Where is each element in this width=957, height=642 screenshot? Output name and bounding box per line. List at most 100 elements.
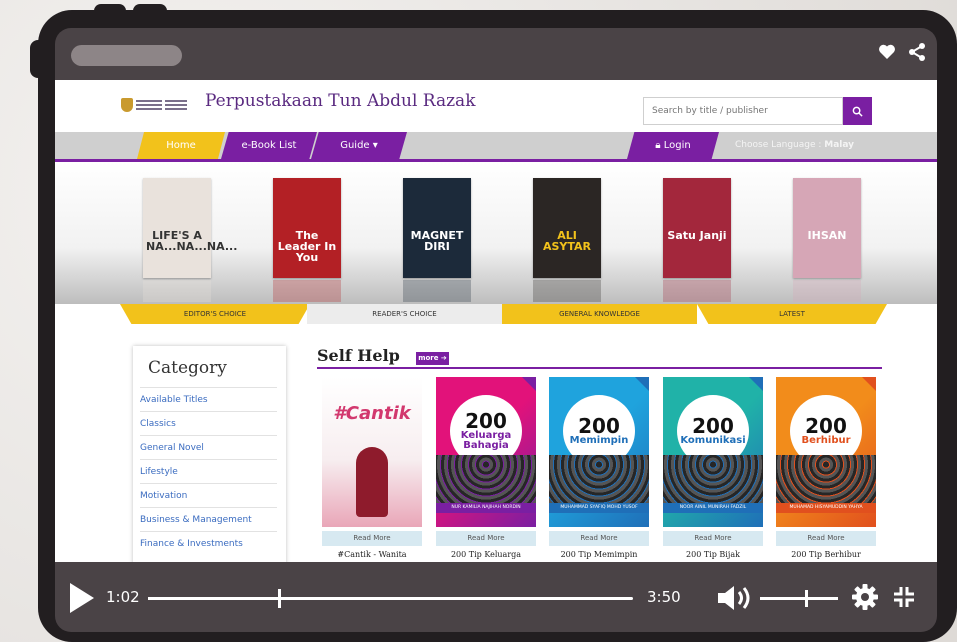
featured-book-reflection [143,280,211,302]
player-controls: 1:02 3:50 [55,562,937,632]
featured-book-reflection [403,280,471,302]
nav-home[interactable]: Home [137,132,225,159]
book-card[interactable]: 200 Memimpin MUHAMMAD SYAFIQ MOHD YUSOF Rea… [549,377,649,559]
language-label: Choose Language : [735,140,825,150]
share-icon[interactable] [907,42,927,62]
book-cover[interactable]: #Cantik [322,377,422,527]
featured-book[interactable]: ALI ASYTAR [533,178,601,278]
category-item[interactable]: Motivation [140,483,277,508]
book-card[interactable]: 200 Komunikasi NOOR AINIL MUNIRAH FADZIL Re… [663,377,763,559]
cover-corner [635,377,649,391]
current-time: 1:02 [106,588,140,606]
category-item[interactable]: Business & Management [140,507,277,532]
book-cover[interactable]: 200 Komunikasi NOOR AINIL MUNIRAH FADZIL [663,377,763,527]
category-item[interactable]: Available Titles [140,387,277,412]
search-button[interactable] [843,97,872,125]
featured-book-reflection [663,280,731,302]
featured-book[interactable]: MAGNET DIRI [403,178,471,278]
book-card[interactable]: 200 Berhibur MUHAMAD HISYAMUDDIN YAHYA Read… [776,377,876,559]
cover-corner [749,377,763,391]
cover-author: MUHAMAD HISYAMUDDIN YAHYA [776,503,876,513]
cover-pattern [663,455,763,503]
more-button[interactable]: more ➔ [416,352,449,365]
read-more-button[interactable]: Read More [549,531,649,546]
book-cover[interactable]: 200 Berhibur MUHAMAD HISYAMUDDIN YAHYA [776,377,876,527]
section-title: Self Help [317,346,400,365]
featured-book[interactable]: Satu Janji [663,178,731,278]
cover-pattern [776,455,876,503]
category-item[interactable]: Finance & Investments [140,531,277,556]
featured-book-title: The Leader In You [277,229,337,264]
cover-title: Berhibur [801,434,851,446]
section-underline [317,367,882,369]
tab-readers-choice[interactable]: READER'S CHOICE [307,304,502,324]
category-item[interactable]: Classics [140,411,277,436]
tab-latest[interactable]: LATEST [697,304,887,324]
volume-icon[interactable] [716,583,756,613]
book-cover[interactable]: 200 Keluarga Bahagia NUR KAMILIA NAJIHAH N… [436,377,536,527]
read-more-button[interactable]: Read More [663,531,763,546]
read-more-button[interactable]: Read More [776,531,876,546]
featured-book-title: Satu Janji [667,229,727,242]
featured-book[interactable]: The Leader In You [273,178,341,278]
seek-bar[interactable] [148,589,633,608]
language-selector[interactable]: Choose Language : Malay [735,132,855,159]
lock-icon: 🔒︎ [655,140,661,151]
heart-icon[interactable] [877,42,897,62]
gear-icon[interactable] [852,584,878,610]
cover-number: 200 [692,413,734,438]
cover-number: 200 [805,413,847,438]
exit-fullscreen-icon[interactable] [893,586,915,608]
cover-title: #Cantik [333,403,411,424]
book-title[interactable]: 200 Tip Berhibur [776,550,876,559]
tab-editors-choice[interactable]: EDITOR'S CHOICE [120,304,310,324]
university-logo [121,97,189,113]
book-card[interactable]: #Cantik Read More #Cantik - Wanita [322,377,422,559]
category-heading: Category [148,358,227,378]
video-player: Perpustakaan Tun Abdul Razak Home e-Book… [55,28,937,632]
login-label: Login [663,140,691,151]
book-title[interactable]: 200 Tip Memimpin [549,550,649,559]
featured-book[interactable]: LIFE'S A NA...NA...NA... [143,178,238,278]
search-icon [852,106,863,117]
volume-slider[interactable] [760,597,838,600]
nav-ebook-list[interactable]: e-Book List [221,132,317,159]
duration: 3:50 [647,588,681,606]
title-placeholder [71,45,182,66]
book-title[interactable]: 200 Tip Bijak [663,550,763,559]
featured-book-reflection [533,280,601,302]
site-title[interactable]: Perpustakaan Tun Abdul Razak [205,91,476,111]
category-item[interactable]: General Novel [140,435,277,460]
cover-number: 200 [578,413,620,438]
volume-handle[interactable] [805,590,808,607]
featured-book-title: IHSAN [807,229,847,242]
book-title[interactable]: 200 Tip Keluarga [436,550,536,559]
category-panel: Category Available Titles Classics Gener… [133,346,286,562]
cover-title: Memimpin [569,434,629,446]
featured-book[interactable]: IHSAN [793,178,861,278]
language-value: Malay [824,140,855,150]
cover-corner [862,377,876,391]
seek-handle[interactable] [277,589,281,608]
cover-corner [522,377,536,391]
cover-pattern [436,455,536,503]
book-card[interactable]: 200 Keluarga Bahagia NUR KAMILIA NAJIHAH N… [436,377,536,559]
featured-book-title: LIFE'S A NA...NA...NA... [146,229,238,253]
play-icon[interactable] [70,583,94,613]
search-input[interactable] [643,97,843,125]
book-title[interactable]: #Cantik - Wanita [322,550,422,559]
read-more-button[interactable]: Read More [322,531,422,546]
cover-author: NOOR AINIL MUNIRAH FADZIL [663,503,763,513]
tab-general-knowledge[interactable]: GENERAL KNOWLEDGE [502,304,697,324]
category-item[interactable]: Lifestyle [140,459,277,484]
nav-guide[interactable]: Guide ▾ [311,132,407,159]
cover-figure [356,447,388,517]
read-more-button[interactable]: Read More [436,531,536,546]
cover-pattern [549,455,649,503]
nav-login[interactable]: 🔒︎ Login [627,132,719,159]
featured-tabs: EDITOR'S CHOICE READER'S CHOICE GENERAL … [55,304,937,324]
featured-book-reflection [793,280,861,302]
cover-author: MUHAMMAD SYAFIQ MOHD YUSOF [549,503,649,513]
book-cover[interactable]: 200 Memimpin MUHAMMAD SYAFIQ MOHD YUSOF [549,377,649,527]
cover-title: Keluarga Bahagia [460,429,512,451]
